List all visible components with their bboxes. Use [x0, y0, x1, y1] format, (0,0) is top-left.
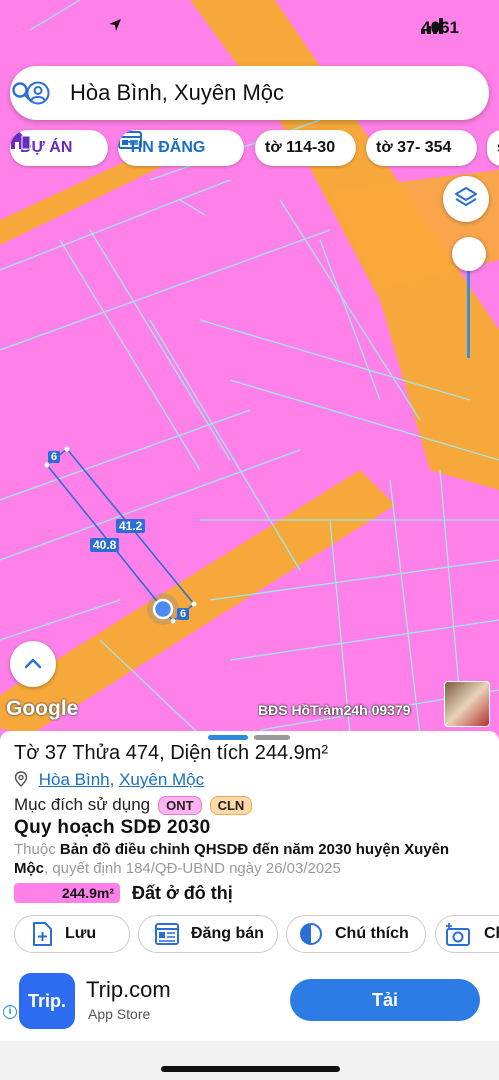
- status-bar: 4061: [0, 0, 499, 60]
- signal-icon: [421, 18, 444, 34]
- chip-to-114[interactable]: tờ 114-30: [255, 130, 356, 166]
- parcel-location: Hòa Bình, Xuyên Mộc: [14, 770, 204, 790]
- building-icon: [11, 132, 31, 150]
- sheet-handle[interactable]: [254, 735, 290, 740]
- status-right: 4061: [421, 18, 459, 38]
- ad-store-name: App Store: [88, 1006, 151, 1022]
- tag-ont[interactable]: ONT: [158, 795, 202, 815]
- parcel-info-sheet: Tờ 37 Thửa 474, Diện tích 244.9m² Hòa Bì…: [0, 731, 499, 1080]
- layers-button[interactable]: [443, 176, 489, 222]
- purpose-label: Mục đích sử dụng: [14, 795, 151, 814]
- watermark-text: BĐS HồTràm24h 09379: [258, 702, 411, 718]
- home-indicator[interactable]: [161, 1066, 340, 1072]
- chip-tin-dang[interactable]: TIN ĐĂNG: [118, 130, 244, 166]
- camera-plus-icon: [446, 923, 470, 946]
- location-link-commune[interactable]: Hòa Bình: [39, 770, 110, 789]
- edge-label: 6: [177, 608, 190, 620]
- map-pin-icon: [14, 771, 28, 787]
- map-view[interactable]: 6 41.2 40.8 6 4061 Hòa Bình, Xuyên Mộc: [0, 0, 499, 735]
- chip-to-37[interactable]: tờ 37- 354: [366, 130, 477, 166]
- land-use-purpose: Mục đích sử dụng ONT CLN: [14, 795, 253, 815]
- half-circle-icon: [300, 923, 322, 945]
- ad-banner[interactable]: i Trip. Trip.com App Store Tải: [0, 967, 499, 1043]
- search-input[interactable]: Hòa Bình, Xuyên Mộc: [70, 80, 284, 106]
- action-buttons: Lưu Đăng bán Chú thích Ch: [14, 915, 499, 953]
- filter-chips: DỰ ÁN TIN ĐĂNG tờ 114-30 tờ 37- 354 s: [10, 130, 499, 166]
- home-indicator-area: [0, 1041, 499, 1080]
- ad-app-icon[interactable]: Trip.: [19, 973, 75, 1029]
- area-type: Đất ở đô thị: [132, 882, 233, 903]
- location-link-district[interactable]: Xuyên Mộc: [119, 770, 204, 789]
- street-view-thumbnail[interactable]: [444, 681, 490, 727]
- photo-button[interactable]: Ch: [435, 915, 499, 953]
- opacity-slider-handle[interactable]: [452, 237, 486, 271]
- chip-label: tờ 114-30: [265, 139, 336, 156]
- opacity-slider-track[interactable]: [467, 262, 470, 358]
- parcel-title: Tờ 37 Thửa 474, Diện tích 244.9m²: [14, 742, 329, 764]
- legend-label: Chú thích: [335, 925, 409, 942]
- expand-button[interactable]: [10, 641, 56, 687]
- search-icon[interactable]: [10, 80, 34, 104]
- edge-label: 6: [48, 451, 61, 463]
- save-label: Lưu: [65, 925, 97, 942]
- post-for-sale-button[interactable]: Đăng bán: [138, 915, 278, 953]
- area-row: 244.9m² Đất ở đô thị: [14, 882, 233, 904]
- ad-download-button[interactable]: Tải: [290, 979, 480, 1021]
- google-attribution: Google: [6, 697, 79, 720]
- plan-title: Quy hoạch SDĐ 2030: [14, 817, 211, 838]
- photo-label: Ch: [484, 925, 499, 942]
- tag-cln[interactable]: CLN: [209, 795, 253, 815]
- listing-icon: [155, 923, 179, 945]
- layers-icon: [455, 187, 477, 206]
- plan-decision: , quyết định 184/QĐ-UBND ngày 26/03/2025: [44, 860, 341, 877]
- location-arrow-icon: [109, 19, 121, 31]
- location-separator: ,: [109, 770, 120, 789]
- post-label: Đăng bán: [191, 925, 264, 942]
- save-button[interactable]: Lưu: [14, 915, 130, 953]
- plan-source: Thuộc Bản đồ điều chỉnh QHSDĐ đến năm 20…: [14, 840, 474, 878]
- belong-prefix: Thuộc: [14, 841, 60, 858]
- edge-label: 41.2: [116, 519, 146, 533]
- legend-button[interactable]: Chú thích: [286, 915, 426, 953]
- chevron-up-icon: [24, 658, 42, 669]
- chip-more[interactable]: s: [487, 130, 499, 166]
- area-value: 244.9m²: [14, 883, 120, 903]
- search-bar[interactable]: Hòa Bình, Xuyên Mộc: [10, 66, 489, 120]
- sheet-handle-active[interactable]: [208, 735, 248, 740]
- chip-du-an[interactable]: DỰ ÁN: [10, 130, 108, 166]
- ad-app-name[interactable]: Trip.com: [86, 977, 171, 1003]
- current-location-dot: [152, 598, 174, 620]
- chip-label: tờ 37- 354: [376, 139, 452, 156]
- ad-info-icon[interactable]: i: [3, 1005, 17, 1019]
- edge-label: 40.8: [90, 538, 120, 552]
- listing-icon: [118, 131, 142, 149]
- add-file-icon: [33, 922, 52, 946]
